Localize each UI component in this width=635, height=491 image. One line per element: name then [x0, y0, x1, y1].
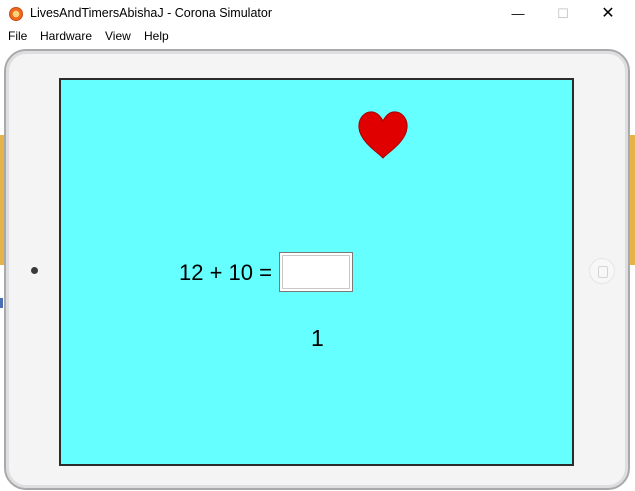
answer-input[interactable]: [279, 252, 353, 292]
window-title: LivesAndTimersAbishaJ - Corona Simulator: [30, 6, 272, 20]
minimize-button[interactable]: —: [495, 0, 541, 28]
menu-help[interactable]: Help: [144, 29, 169, 43]
close-button[interactable]: ✕: [585, 0, 631, 28]
background-strip-right: [630, 135, 635, 265]
title-bar: LivesAndTimersAbishaJ - Corona Simulator…: [0, 0, 635, 28]
math-question: 12 + 10 =: [179, 260, 272, 285]
menu-hardware[interactable]: Hardware: [40, 29, 92, 43]
menu-file[interactable]: File: [8, 29, 27, 43]
camera-icon: [31, 267, 38, 274]
menu-bar: File Hardware View Help: [0, 28, 635, 46]
simulator-area: 12 + 10 = 1: [0, 46, 635, 491]
corona-app-icon: [9, 7, 23, 21]
menu-view[interactable]: View: [105, 29, 131, 43]
home-button[interactable]: [589, 258, 615, 284]
maximize-button[interactable]: ☐: [540, 0, 586, 28]
counter-text: 1: [311, 325, 324, 351]
app-screen[interactable]: 12 + 10 = 1: [59, 78, 574, 466]
background-strip-left-accent: [0, 298, 3, 308]
heart-icon: [358, 111, 408, 159]
tablet-frame: 12 + 10 = 1: [4, 49, 630, 490]
